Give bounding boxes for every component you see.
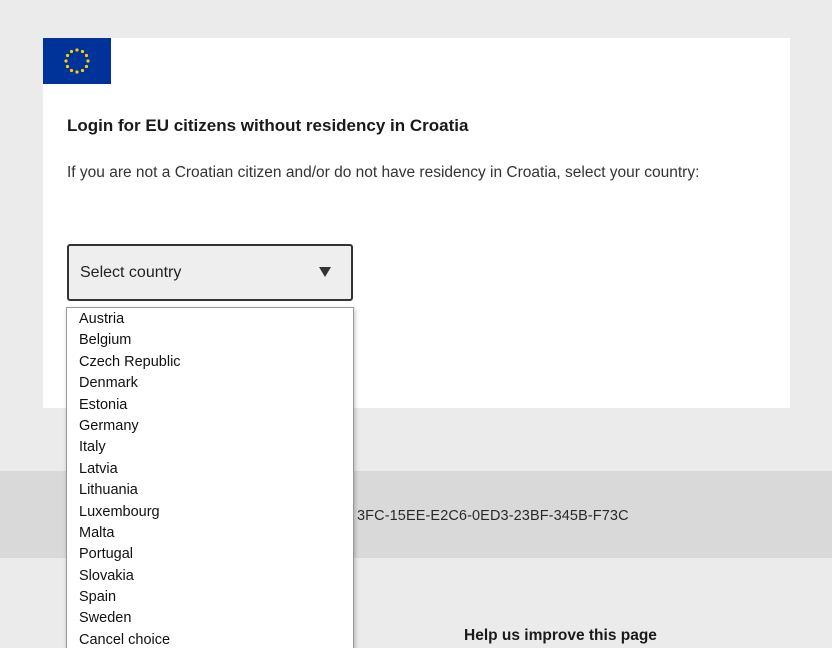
login-description: If you are not a Croatian citizen and/or… [67, 164, 700, 181]
country-option[interactable]: Malta [67, 523, 353, 544]
country-option[interactable]: Lithuania [67, 480, 353, 501]
country-option[interactable]: Czech Republic [67, 352, 353, 373]
country-select-value: Select country [80, 264, 182, 281]
country-option[interactable]: Italy [67, 437, 353, 458]
country-option[interactable]: Denmark [67, 373, 353, 394]
help-improve-title: Help us improve this page [464, 627, 657, 644]
country-select[interactable]: Select country [67, 244, 353, 301]
session-id: 3FC-15EE-E2C6-0ED3-23BF-345B-F73C [357, 508, 629, 524]
chevron-down-icon [319, 267, 331, 277]
country-option[interactable]: Sweden [67, 608, 353, 629]
country-option[interactable]: Belgium [67, 330, 353, 351]
country-option[interactable]: Latvia [67, 459, 353, 480]
country-option[interactable]: Luxembourg [67, 502, 353, 523]
cancel-choice-option[interactable]: Cancel choice [67, 630, 353, 648]
country-option[interactable]: Estonia [67, 395, 353, 416]
country-option[interactable]: Germany [67, 416, 353, 437]
country-option[interactable]: Slovakia [67, 566, 353, 587]
country-option[interactable]: Spain [67, 587, 353, 608]
eu-flag-icon [43, 38, 111, 84]
country-option[interactable]: Austria [67, 309, 353, 330]
country-dropdown-list[interactable]: Austria Belgium Czech Republic Denmark E… [66, 307, 354, 648]
page-title: Login for EU citizens without residency … [67, 116, 469, 135]
country-option[interactable]: Portugal [67, 544, 353, 565]
